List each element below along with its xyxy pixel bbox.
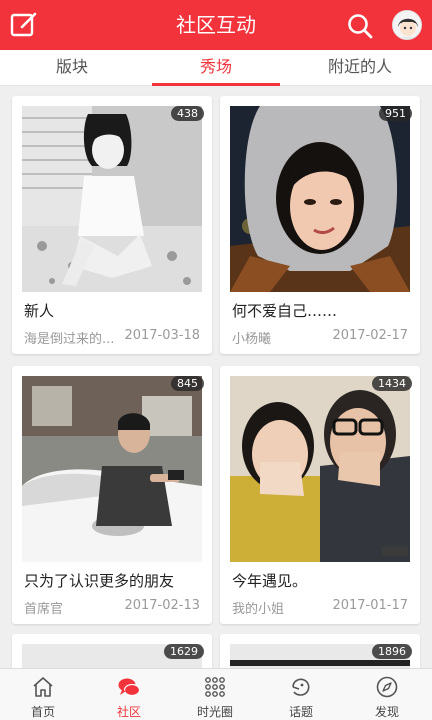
post-title: 新人 [24,302,55,320]
post-title: 何不爱自己…… [232,302,338,320]
app-header: 社区互动 [0,0,432,50]
tabbar-label: 首页 [30,705,55,719]
search-icon[interactable] [346,12,374,40]
view-count-badge: 438 [171,106,204,121]
tab-sections[interactable]: 版块 [0,50,144,86]
post-date: 2017-02-13 [124,598,200,613]
tabbar-label: 时光圈 [196,705,233,719]
post-photo [230,106,410,292]
post-date: 2017-03-18 [124,328,200,343]
post-author: 小杨曦 [232,332,272,347]
tabbar-item-moments[interactable]: 时光圈 [172,669,258,720]
grid-dots-icon [205,677,225,697]
post-card[interactable]: 438 新人 海是倒过来的... 2017-03-18 [12,96,212,354]
post-title: 只为了认识更多的朋友 [24,572,175,590]
bottom-tab-bar: 首页 社区 时光圈 话题 发现 [0,668,432,720]
view-count-badge: 951 [379,106,412,121]
post-card[interactable]: 1434 今年遇见。 我的小姐 2017-01-17 [220,366,420,624]
post-date: 2017-01-17 [332,598,408,613]
user-avatar[interactable] [392,10,422,40]
tabbar-label: 话题 [288,705,313,719]
post-title: 今年遇见。 [232,572,308,590]
view-count-badge: 1629 [164,644,204,659]
tabbar-item-topics[interactable]: 话题 [258,669,344,720]
post-author: 海是倒过来的... [24,332,115,347]
post-author: 首席官 [24,602,64,617]
chat-bubble-icon [118,678,141,697]
view-count-badge: 1434 [372,376,412,391]
tabbar-item-community[interactable]: 社区 [86,669,172,720]
post-photo [22,106,202,292]
post-card[interactable]: 845 只为了认识更多的朋友 首席官 2017-02-13 [12,366,212,624]
post-author: 我的小姐 [232,602,285,617]
tabbar-item-home[interactable]: 首页 [0,669,86,720]
tabbar-item-discover[interactable]: 发现 [344,669,430,720]
post-card[interactable]: 951 何不爱自己…… 小杨曦 2017-02-17 [220,96,420,354]
post-photo [22,376,202,562]
view-count-badge: 1896 [372,644,412,659]
tab-showcase[interactable]: 秀场 [144,50,288,86]
tabbar-label: 发现 [374,705,399,719]
tab-nearby[interactable]: 附近的人 [288,50,432,86]
topic-icon [292,678,310,696]
section-tabs: 版块 秀场 附近的人 [0,50,432,86]
tabbar-label: 社区 [116,705,141,719]
post-date: 2017-02-17 [332,328,408,343]
home-icon [33,677,53,697]
post-photo [230,376,410,562]
view-count-badge: 845 [171,376,204,391]
compass-icon [376,676,398,698]
